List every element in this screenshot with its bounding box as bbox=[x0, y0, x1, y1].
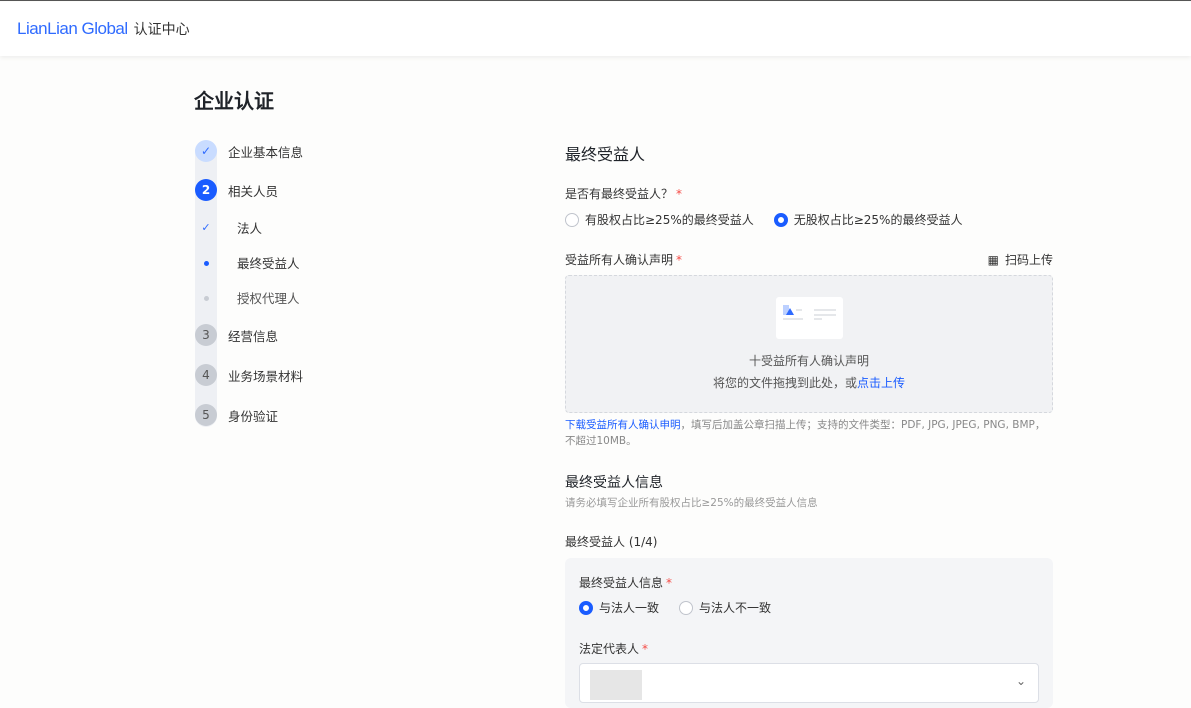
upload-instructions: 将您的文件拖拽到此处，或点击上传 bbox=[712, 376, 906, 390]
step-number: 3 bbox=[195, 324, 217, 346]
check-icon: ✓ bbox=[201, 221, 211, 234]
substep-label: 法人 bbox=[237, 221, 263, 236]
scan-upload-button[interactable]: ▦ 扫码上传 bbox=[988, 251, 1053, 268]
step-label: 业务场景材料 bbox=[228, 368, 304, 384]
card-info-label: 最终受益人信息 * bbox=[579, 576, 673, 590]
step-label: 相关人员 bbox=[228, 183, 279, 199]
step-number: 5 bbox=[195, 404, 217, 426]
document-illustration-icon bbox=[776, 297, 843, 339]
check-icon: ✓ bbox=[195, 140, 217, 162]
substep-ubo[interactable]: 最终受益人 bbox=[195, 253, 300, 272]
chevron-down-icon: ⌄ bbox=[1015, 674, 1026, 688]
upload-hint: 下载受益所有人确认申明，填写后加盖公章扫描上传；支持的文件类型：PDF, JPG… bbox=[565, 419, 1046, 447]
click-upload-link[interactable]: 点击上传 bbox=[857, 376, 905, 390]
has-ubo-radio-group: 有股权占比≥25%的最终受益人 无股权占比≥25%的最终受益人 bbox=[565, 211, 962, 228]
step-label: 企业基本信息 bbox=[228, 144, 304, 160]
step-related-persons[interactable]: 2 相关人员 bbox=[195, 179, 278, 201]
upload-title: 十受益所有人确认声明 bbox=[748, 354, 869, 368]
step-number: 2 bbox=[195, 179, 217, 201]
radio-has-ubo[interactable]: 有股权占比≥25%的最终受益人 bbox=[565, 211, 754, 228]
section-title: 最终受益人 bbox=[565, 145, 646, 164]
step-basic-info[interactable]: ✓ 企业基本信息 bbox=[195, 140, 303, 162]
step-label: 身份验证 bbox=[228, 408, 279, 424]
lianlian-logo[interactable]: LianLian Global bbox=[17, 19, 128, 39]
radio-circle-selected[interactable] bbox=[579, 600, 593, 615]
ubo-info-subtitle: 请务必填写企业所有股权占比≥25%的最终受益人信息 bbox=[565, 497, 818, 509]
radio-circle-selected[interactable] bbox=[773, 212, 788, 227]
radio-circle[interactable] bbox=[679, 600, 694, 615]
step-identity-verification[interactable]: 5 身份验证 bbox=[195, 404, 278, 426]
declaration-label: 受益所有人确认声明 * bbox=[565, 253, 683, 267]
step-label: 经营信息 bbox=[228, 328, 279, 344]
top-header: LianLian Global 认证中心 bbox=[0, 2, 1191, 56]
active-dot-icon bbox=[195, 256, 217, 269]
substep-agent[interactable]: 授权代理人 bbox=[195, 288, 300, 307]
substep-legal-person[interactable]: ✓ 法人 bbox=[195, 218, 262, 237]
ubo-card: 最终受益人信息 * 与法人一致 与法人不一致 法定代表人 * ⌄ bbox=[565, 558, 1053, 708]
radio-not-same-as-legal[interactable]: 与法人不一致 bbox=[679, 599, 771, 616]
has-ubo-label: 是否有最终受益人？ * bbox=[565, 187, 683, 201]
substep-label: 授权代理人 bbox=[237, 291, 300, 306]
step-business-info[interactable]: 3 经营信息 bbox=[195, 324, 278, 346]
substep-label: 最终受益人 bbox=[237, 256, 300, 271]
step-scenario-materials[interactable]: 4 业务场景材料 bbox=[195, 364, 303, 386]
ubo-info-title: 最终受益人信息 bbox=[565, 475, 663, 491]
radio-same-as-legal[interactable]: 与法人一致 bbox=[579, 599, 659, 616]
legal-rep-select[interactable]: ⌄ bbox=[579, 663, 1039, 703]
header-subtitle: 认证中心 bbox=[133, 22, 190, 38]
same-as-legal-radio-group: 与法人一致 与法人不一致 bbox=[579, 599, 771, 616]
page-title: 企业认证 bbox=[194, 89, 274, 113]
step-number: 4 bbox=[195, 364, 217, 386]
radio-circle[interactable] bbox=[565, 212, 579, 227]
ubo-counter: 最终受益人 (1/4) bbox=[565, 535, 658, 549]
todo-dot-icon bbox=[195, 291, 217, 304]
radio-no-ubo[interactable]: 无股权占比≥25%的最终受益人 bbox=[773, 211, 962, 228]
qr-code-icon: ▦ bbox=[987, 252, 999, 267]
upload-dropzone[interactable]: 十受益所有人确认声明 将您的文件拖拽到此处，或点击上传 bbox=[565, 275, 1053, 413]
download-declaration-link[interactable]: 下载受益所有人确认申明 bbox=[565, 419, 681, 431]
legal-rep-label: 法定代表人 * bbox=[579, 642, 649, 656]
